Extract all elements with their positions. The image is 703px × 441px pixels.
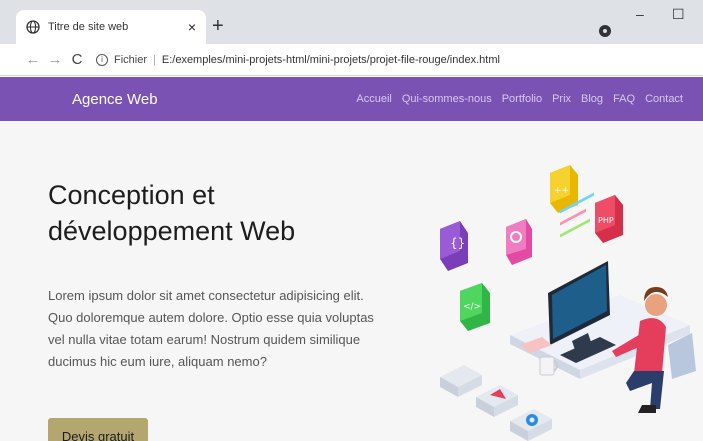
free-quote-button[interactable]: Devis gratuit bbox=[48, 418, 148, 441]
url-separator: | bbox=[153, 54, 156, 66]
minimize-button[interactable]: – bbox=[636, 6, 644, 22]
nav-accueil[interactable]: Accueil bbox=[356, 93, 391, 105]
code-cube-icon: {} bbox=[440, 221, 468, 271]
stacked-blocks bbox=[440, 365, 552, 441]
maximize-button[interactable]: ☐ bbox=[672, 6, 685, 23]
hero-text: Lorem ipsum dolor sit amet consectetur a… bbox=[48, 288, 374, 369]
url-field[interactable]: i Fichier | E:/exemples/mini-projets-htm… bbox=[96, 48, 596, 72]
nav-faq[interactable]: FAQ bbox=[613, 93, 635, 105]
search-cube-icon bbox=[506, 219, 532, 265]
nav-prix[interactable]: Prix bbox=[552, 93, 571, 105]
globe-icon bbox=[26, 20, 40, 34]
svg-text:{}: {} bbox=[450, 236, 465, 250]
url-text: E:/exemples/mini-projets-html/mini-proje… bbox=[161, 54, 500, 66]
nav-qui-sommes-nous[interactable]: Qui-sommes-nous bbox=[402, 93, 492, 105]
svg-text:++: ++ bbox=[554, 186, 569, 196]
brand-logo[interactable]: Agence Web bbox=[72, 91, 158, 108]
tab-bar: Titre de site web × + – ☐ bbox=[0, 0, 703, 44]
tab-title: Titre de site web bbox=[48, 21, 129, 33]
extension-icon[interactable] bbox=[599, 25, 611, 37]
tab-close-button[interactable]: × bbox=[188, 19, 196, 35]
nav-portfolio[interactable]: Portfolio bbox=[502, 93, 542, 105]
nav-contact[interactable]: Contact bbox=[645, 93, 683, 105]
svg-text:PHP: PHP bbox=[598, 216, 614, 225]
nav-blog[interactable]: Blog bbox=[581, 93, 603, 105]
url-prefix: Fichier bbox=[114, 54, 148, 66]
info-icon[interactable]: i bbox=[96, 54, 108, 66]
svg-text:</>: </> bbox=[463, 302, 481, 312]
back-button[interactable]: ← bbox=[22, 51, 44, 68]
web-development-illustration: {} ++ PHP </> bbox=[440, 165, 696, 441]
main-nav: Accueil Qui-sommes-nous Portfolio Prix B… bbox=[356, 93, 683, 105]
site-header: Agence Web Accueil Qui-sommes-nous Portf… bbox=[0, 77, 703, 121]
address-bar: ← → C i Fichier | E:/exemples/mini-proje… bbox=[0, 44, 703, 112]
php-cube-icon: PHP bbox=[595, 195, 623, 243]
new-tab-button[interactable]: + bbox=[212, 16, 224, 36]
reload-button[interactable]: C bbox=[66, 51, 88, 68]
forward-button[interactable]: → bbox=[44, 51, 66, 68]
browser-tab[interactable]: Titre de site web × bbox=[16, 10, 206, 44]
hero-title: Conception et développement Web bbox=[48, 180, 296, 246]
html-cube-icon: </> bbox=[460, 283, 490, 331]
